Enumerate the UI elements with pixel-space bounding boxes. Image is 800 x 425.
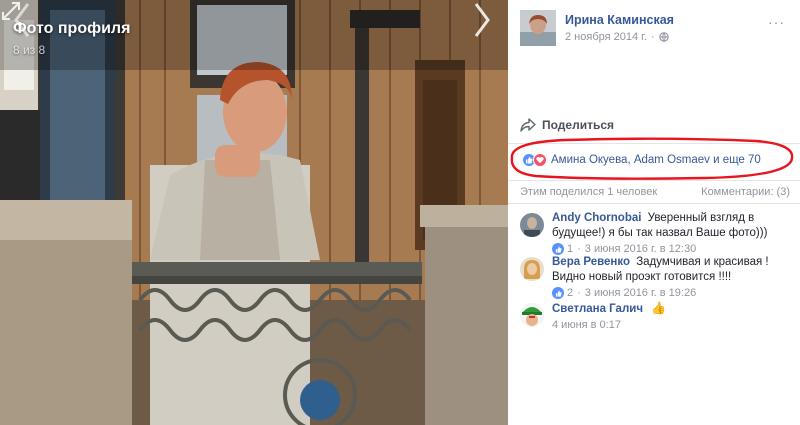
love-icon <box>533 153 547 167</box>
profile-photo <box>0 0 508 425</box>
reactions-names-link[interactable]: Амина Окуева, Adam Osmaev и еще 70 <box>551 154 761 166</box>
post-date[interactable]: 2 ноября 2014 г. <box>565 31 647 43</box>
avatar[interactable] <box>520 303 544 327</box>
comment-time[interactable]: 3 июня 2016 г. в 19:26 <box>585 287 696 299</box>
comment-meta: 1 · 3 июня 2016 г. в 12:30 <box>552 243 795 255</box>
globe-icon[interactable] <box>658 32 669 42</box>
comment-body: Вера Ревенко Задумчивая и красивая ! Вид… <box>552 255 795 285</box>
comment-author-link[interactable]: Светлана Галич <box>552 303 643 315</box>
comment-time[interactable]: 4 июня в 0:17 <box>552 319 621 331</box>
post-author: Ирина Каминская 2 ноября 2014 г. · <box>520 10 674 46</box>
photo-counter: 8 из 8 <box>13 43 46 57</box>
comment-item: Andy Chornobai Уверенный взгляд в будуще… <box>520 211 795 255</box>
meta-separator: · <box>650 31 655 43</box>
comment-author-link[interactable]: Вера Ревенко <box>552 256 630 268</box>
like-icon <box>552 243 564 255</box>
divider <box>508 203 800 204</box>
post-panel: Ирина Каминская 2 ноября 2014 г. · ··· П… <box>508 0 800 425</box>
comment-meta: 4 июня в 0:17 <box>552 319 666 331</box>
share-label: Поделиться <box>542 118 615 132</box>
photo-viewer[interactable]: Фото профиля 8 из 8 <box>0 0 508 425</box>
comment-body: Светлана Галич 👍 <box>552 301 666 317</box>
share-icon <box>520 118 536 132</box>
meta-separator: · <box>577 243 581 255</box>
avatar[interactable] <box>520 213 544 237</box>
share-button[interactable]: Поделиться <box>520 118 614 132</box>
comment-body: Andy Chornobai Уверенный взгляд в будуще… <box>552 211 795 241</box>
like-icon <box>552 287 564 299</box>
comment-meta: 2 · 3 июня 2016 г. в 19:26 <box>552 287 795 299</box>
comment-like-count[interactable]: 2 <box>567 287 573 299</box>
post-stats: Этим поделился 1 человек Комментарии: (3… <box>520 186 790 198</box>
divider <box>508 180 800 181</box>
avatar[interactable] <box>520 10 556 46</box>
comments-count-link[interactable]: Комментарии: (3) <box>701 186 790 198</box>
comment-author-link[interactable]: Andy Chornobai <box>552 212 641 224</box>
comment-time[interactable]: 3 июня 2016 г. в 12:30 <box>585 243 696 255</box>
post-meta: 2 ноября 2014 г. · <box>565 31 674 43</box>
comment-item: Светлана Галич 👍 4 июня в 0:17 <box>520 301 795 331</box>
reactions-summary[interactable]: Амина Окуева, Adam Osmaev и еще 70 <box>522 153 761 167</box>
comment-like-count[interactable]: 1 <box>567 243 573 255</box>
prev-arrow-icon[interactable] <box>10 0 34 40</box>
meta-separator: · <box>577 287 581 299</box>
shares-count-link[interactable]: Этим поделился 1 человек <box>520 186 657 198</box>
divider <box>508 143 800 144</box>
author-name-link[interactable]: Ирина Каминская <box>565 13 674 27</box>
more-options-icon[interactable]: ··· <box>768 14 785 30</box>
comment-item: Вера Ревенко Задумчивая и красивая ! Вид… <box>520 255 795 299</box>
thumbs-up-emoji: 👍 <box>651 301 667 315</box>
next-arrow-icon[interactable] <box>470 0 494 40</box>
avatar[interactable] <box>520 257 544 281</box>
